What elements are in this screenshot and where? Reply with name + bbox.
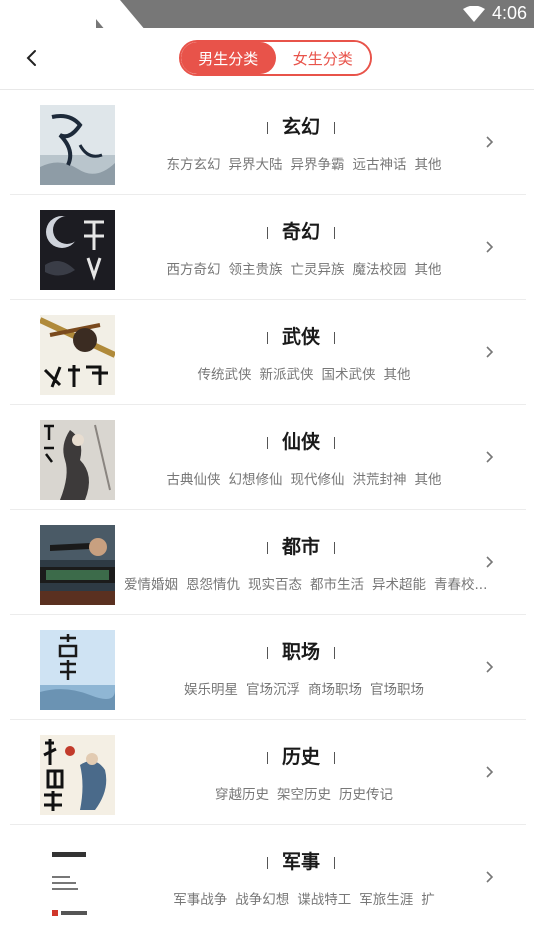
category-row-zhichang[interactable]: 职场 娱乐明星 官场沉浮 商场职场 官场职场 bbox=[0, 615, 534, 720]
subcategory-item[interactable]: 恩怨情仇 bbox=[186, 577, 240, 593]
category-title: 仙侠 bbox=[130, 427, 472, 454]
category-row-wuxia[interactable]: 武侠 传统武侠 新派武侠 国术武侠 其他 bbox=[0, 300, 534, 405]
status-bar: 4:06 bbox=[0, 0, 534, 28]
subcategory-list: 娱乐明星 官场沉浮 商场职场 官场职场 bbox=[120, 678, 488, 698]
book-cover-image bbox=[40, 420, 115, 500]
category-title: 军事 bbox=[130, 847, 472, 874]
chevron-right-icon bbox=[486, 766, 494, 778]
subcategory-item[interactable]: 东方玄幻 bbox=[167, 157, 221, 173]
tab-female-categories[interactable]: 女生分类 bbox=[275, 42, 370, 74]
subcategory-item[interactable]: 领主贵族 bbox=[229, 262, 283, 278]
chevron-right-icon bbox=[486, 871, 494, 883]
subcategory-item[interactable]: 洪荒封神 bbox=[353, 472, 407, 488]
subcategory-item[interactable]: 架空历史 bbox=[277, 787, 331, 803]
subcategory-item[interactable]: 其他 bbox=[415, 472, 442, 488]
book-cover-image bbox=[40, 315, 115, 395]
subcategory-list: 穿越历史 架空历史 历史传记 bbox=[120, 783, 488, 803]
subcategory-item[interactable]: 其他 bbox=[415, 262, 442, 278]
subcategory-list: 传统武侠 新派武侠 国术武侠 其他 bbox=[120, 363, 488, 383]
subcategory-item[interactable]: 远古神话 bbox=[353, 157, 407, 173]
subcategory-item[interactable]: 其他 bbox=[415, 157, 442, 173]
chevron-right-icon bbox=[486, 346, 494, 358]
chevron-right-icon bbox=[486, 241, 494, 253]
subcategory-item[interactable]: 官场沉浮 bbox=[246, 682, 300, 698]
category-title: 奇幻 bbox=[130, 217, 472, 244]
subcategory-item[interactable]: 传统武侠 bbox=[198, 367, 252, 383]
subcategory-item[interactable]: 新派武侠 bbox=[260, 367, 314, 383]
back-arrow-icon[interactable] bbox=[18, 44, 46, 72]
subcategory-item[interactable]: 西方奇幻 bbox=[167, 262, 221, 278]
category-title: 都市 bbox=[130, 532, 472, 559]
subcategory-list: 西方奇幻 领主贵族 亡灵异族 魔法校园 其他 bbox=[120, 258, 488, 278]
subcategory-list: 军事战争 战争幻想 谍战特工 军旅生涯扩 bbox=[120, 888, 488, 908]
chevron-right-icon bbox=[486, 136, 494, 148]
subcategory-item[interactable]: 异界大陆 bbox=[229, 157, 283, 173]
category-title: 玄幻 bbox=[130, 112, 472, 139]
chevron-right-icon bbox=[486, 661, 494, 673]
subcategory-item[interactable]: 青春校... bbox=[434, 577, 487, 593]
subcategory-item[interactable]: 谍战特工 bbox=[297, 892, 351, 908]
chevron-right-icon bbox=[486, 451, 494, 463]
subcategory-list: 东方玄幻 异界大陆 异界争霸 远古神话 其他 bbox=[120, 153, 488, 173]
category-row-xuanhuan[interactable]: 玄幻 东方玄幻 异界大陆 异界争霸 远古神话 其他 bbox=[0, 90, 534, 195]
category-title: 职场 bbox=[130, 637, 472, 664]
tab-male-categories[interactable]: 男生分类 bbox=[181, 42, 276, 74]
category-row-xianxia[interactable]: 仙侠 古典仙侠 幻想修仙 现代修仙 洪荒封神 其他 bbox=[0, 405, 534, 510]
category-title: 武侠 bbox=[130, 322, 472, 349]
subcategory-item[interactable]: 穿越历史 bbox=[215, 787, 269, 803]
book-cover-image bbox=[40, 210, 115, 290]
subcategory-item[interactable]: 官场职场 bbox=[370, 682, 424, 698]
book-cover-image bbox=[40, 105, 115, 185]
subcategory-item[interactable]: 现代修仙 bbox=[291, 472, 345, 488]
subcategory-item[interactable]: 战争幻想 bbox=[235, 892, 289, 908]
book-cover-image bbox=[40, 525, 115, 605]
category-row-junshi[interactable]: 军事 军事战争 战争幻想 谍战特工 军旅生涯扩 bbox=[0, 825, 534, 930]
category-row-lishi[interactable]: 历史 穿越历史 架空历史 历史传记 bbox=[0, 720, 534, 825]
chevron-right-icon bbox=[486, 556, 494, 568]
book-cover-image bbox=[40, 840, 115, 920]
book-cover-image bbox=[40, 630, 115, 710]
subcategory-item[interactable]: 幻想修仙 bbox=[229, 472, 283, 488]
gender-category-toggle: 男生分类 女生分类 bbox=[179, 40, 372, 76]
subcategory-item[interactable]: 现实百态 bbox=[248, 577, 302, 593]
subcategory-item[interactable]: 商场职场 bbox=[308, 682, 362, 698]
subcategory-item[interactable]: 魔法校园 bbox=[353, 262, 407, 278]
header: 男生分类 女生分类 bbox=[0, 28, 534, 90]
subcategory-item[interactable]: 亡灵异族 bbox=[291, 262, 345, 278]
subcategory-item[interactable]: 军事战争 bbox=[173, 892, 227, 908]
subcategory-list: 爱情婚姻 恩怨情仇 现实百态 都市生活 异术超能 青春校... bbox=[120, 573, 488, 593]
status-time: 4:06 bbox=[492, 3, 528, 23]
subcategory-item[interactable]: 扩 bbox=[421, 892, 435, 908]
subcategory-item[interactable]: 军旅生涯 bbox=[359, 892, 413, 908]
subcategory-item[interactable]: 其他 bbox=[384, 367, 411, 383]
subcategory-item[interactable]: 古典仙侠 bbox=[167, 472, 221, 488]
subcategory-item[interactable]: 异术超能 bbox=[372, 577, 426, 593]
subcategory-item[interactable]: 爱情婚姻 bbox=[124, 577, 178, 593]
wifi-icon bbox=[463, 6, 485, 22]
subcategory-list: 古典仙侠 幻想修仙 现代修仙 洪荒封神 其他 bbox=[120, 468, 488, 488]
category-title: 历史 bbox=[130, 742, 472, 769]
book-cover-image bbox=[40, 735, 115, 815]
category-row-dushi[interactable]: 都市 爱情婚姻 恩怨情仇 现实百态 都市生活 异术超能 青春校... bbox=[0, 510, 534, 615]
subcategory-item[interactable]: 娱乐明星 bbox=[184, 682, 238, 698]
subcategory-item[interactable]: 国术武侠 bbox=[322, 367, 376, 383]
category-row-qihuan[interactable]: 奇幻 西方奇幻 领主贵族 亡灵异族 魔法校园 其他 bbox=[0, 195, 534, 300]
subcategory-item[interactable]: 都市生活 bbox=[310, 577, 364, 593]
subcategory-item[interactable]: 异界争霸 bbox=[291, 157, 345, 173]
subcategory-item[interactable]: 历史传记 bbox=[339, 787, 393, 803]
